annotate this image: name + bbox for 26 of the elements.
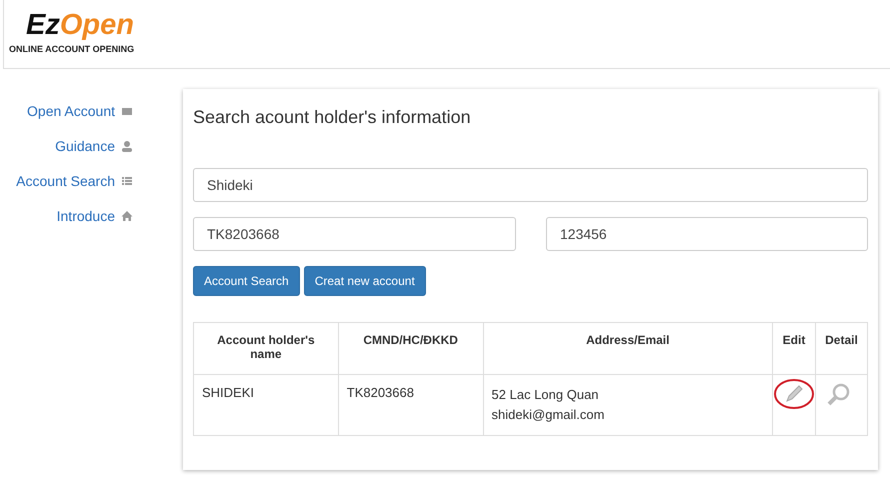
logo-tagline: ONLINE ACCOUNT OPENING bbox=[9, 44, 136, 54]
logo: EzOpen bbox=[25, 10, 135, 40]
user-icon bbox=[121, 140, 133, 152]
account-field[interactable]: TK8203668 bbox=[193, 217, 516, 251]
sidebar-link[interactable]: Introduce bbox=[56, 208, 115, 224]
column-header: Detail bbox=[815, 322, 868, 374]
sidebar-link[interactable]: Open Account bbox=[27, 103, 115, 119]
create-button[interactable]: Creat new account bbox=[304, 266, 426, 296]
code-field[interactable]: 123456 bbox=[546, 217, 868, 251]
home-icon bbox=[121, 210, 133, 222]
email-text: shideki@gmail.com bbox=[492, 406, 606, 424]
column-header: Account holder's name bbox=[194, 322, 338, 374]
table-cell: SHIDEKI bbox=[194, 374, 338, 436]
address-text: 52 Lac Long Quan bbox=[492, 386, 600, 404]
list-icon bbox=[121, 175, 133, 187]
name-field[interactable]: Shideki bbox=[193, 168, 868, 202]
magnifier-icon[interactable] bbox=[826, 382, 852, 408]
pencil-icon[interactable] bbox=[783, 383, 806, 405]
column-header: Address/Email bbox=[483, 322, 773, 374]
sidebar-link[interactable]: Account Search bbox=[16, 173, 115, 189]
column-header: CMND/HC/ĐKKD bbox=[338, 322, 484, 374]
column-header: Edit bbox=[772, 322, 816, 374]
table-cell: TK8203668 bbox=[338, 374, 484, 436]
search-button[interactable]: Account Search bbox=[193, 266, 300, 296]
panel-title: Search acount holder's information bbox=[193, 107, 472, 128]
sidebar-link[interactable]: Guidance bbox=[55, 138, 115, 154]
